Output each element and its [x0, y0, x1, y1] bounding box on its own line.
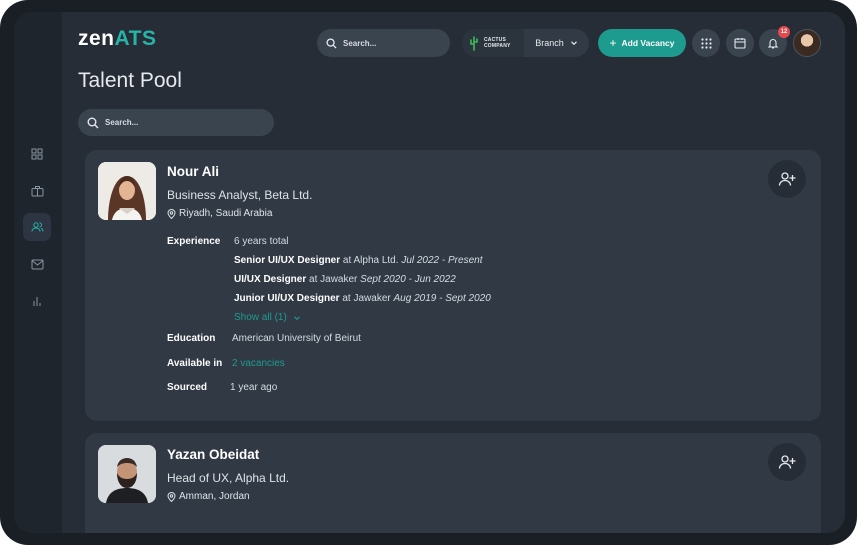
sidebar-item-reports[interactable]: [23, 287, 51, 315]
chevron-down-icon: [570, 41, 577, 46]
logo-accent-text: ATS: [114, 27, 157, 50]
sidebar-item-messages[interactable]: [23, 250, 51, 278]
company-name-line2: COMPANY: [484, 43, 511, 49]
candidate-photo: [98, 445, 156, 503]
page-title: Talent Pool: [78, 69, 182, 92]
company-name: CACTUS COMPANY: [484, 37, 511, 49]
location-pin-icon: [167, 208, 176, 219]
company-brand: CACTUS COMPANY: [462, 29, 524, 57]
users-icon: [31, 222, 43, 232]
add-vacancy-button[interactable]: + Add Vacancy: [598, 29, 686, 57]
experience-dates: Aug 2019 - Sept 2020: [393, 293, 491, 304]
location-text: Riyadh, Saudi Arabia: [179, 208, 273, 219]
apps-button[interactable]: [692, 29, 720, 57]
vacancies-link[interactable]: 2 vacancies: [232, 358, 285, 369]
zenats-logo[interactable]: zenATS: [78, 27, 156, 51]
experience-label: Experience: [167, 236, 221, 247]
plus-icon: +: [609, 36, 617, 50]
bar-chart-icon: [33, 297, 41, 306]
briefcase-icon: [31, 186, 43, 197]
user-avatar[interactable]: [793, 29, 821, 57]
experience-title: Junior UI/UX Designer: [234, 293, 340, 304]
search-icon: [326, 37, 337, 49]
candidate-role: Business Analyst, Beta Ltd.: [167, 188, 313, 202]
show-all-experience-link[interactable]: Show all (1): [234, 312, 301, 323]
candidate-photo: [98, 162, 156, 220]
sidebar-item-jobs[interactable]: [23, 177, 51, 205]
branch-dropdown[interactable]: Branch: [524, 38, 589, 48]
experience-dates: Jul 2022 - Present: [401, 255, 483, 266]
calendar-button[interactable]: [726, 29, 754, 57]
main-content: zenATS Search... CACTUS COMPANY Branch +…: [62, 12, 845, 533]
search-icon: [87, 117, 99, 128]
add-to-pipeline-button[interactable]: [768, 160, 806, 198]
add-user-icon: [778, 172, 796, 186]
experience-item: Junior UI/UX Designer at Jawaker Aug 201…: [234, 293, 491, 304]
candidate-card: Nour Ali Business Analyst, Beta Ltd. Riy…: [85, 150, 821, 421]
experience-company: at Jawaker: [309, 274, 358, 285]
notifications-button[interactable]: 12: [759, 26, 790, 57]
talent-search-input[interactable]: Search...: [78, 109, 274, 136]
experience-total: 6 years total: [234, 236, 289, 247]
experience-title: Senior UI/UX Designer: [234, 255, 341, 266]
location-pin-icon: [167, 491, 176, 502]
sourced-label: Sourced: [167, 382, 208, 393]
mail-icon: [31, 259, 43, 269]
chevron-down-icon: [293, 315, 300, 320]
candidate-location: Amman, Jordan: [167, 491, 250, 502]
sidebar: [14, 12, 62, 533]
calendar-icon: [734, 38, 746, 49]
candidate-card: Yazan Obeidat Head of UX, Alpha Ltd. Amm…: [85, 433, 821, 533]
apps-grid-icon: [700, 37, 712, 49]
device-frame: zenATS Search... CACTUS COMPANY Branch +…: [0, 0, 857, 545]
experience-dates: Sept 2020 - Jun 2022: [360, 274, 456, 285]
global-search-input[interactable]: Search...: [317, 29, 450, 57]
add-to-pipeline-button[interactable]: [768, 443, 806, 481]
app-screen: zenATS Search... CACTUS COMPANY Branch +…: [14, 12, 845, 533]
candidate-name[interactable]: Yazan Obeidat: [167, 447, 259, 462]
search-placeholder: Search...: [343, 38, 377, 48]
education-label: Education: [167, 333, 216, 344]
dashboard-icon: [31, 148, 43, 160]
experience-item: Senior UI/UX Designer at Alpha Ltd. Jul …: [234, 255, 482, 266]
show-all-label: Show all (1): [234, 312, 287, 323]
branch-label: Branch: [535, 38, 564, 48]
experience-title: UI/UX Designer: [234, 274, 307, 285]
education-value: American University of Beirut: [232, 333, 361, 344]
add-vacancy-label: Add Vacancy: [621, 38, 675, 48]
add-user-icon: [778, 455, 796, 469]
experience-company: at Jawaker: [342, 293, 391, 304]
sidebar-item-dashboard[interactable]: [23, 140, 51, 168]
experience-company: at Alpha Ltd.: [342, 255, 399, 266]
bell-icon: [767, 39, 779, 49]
company-branch-selector[interactable]: CACTUS COMPANY Branch: [462, 29, 589, 57]
candidate-name[interactable]: Nour Ali: [167, 164, 219, 179]
candidate-role: Head of UX, Alpha Ltd.: [167, 471, 290, 485]
search-placeholder: Search...: [105, 118, 139, 127]
sourced-value: 1 year ago: [230, 382, 278, 393]
available-label: Available in: [167, 358, 223, 369]
cactus-logo-icon: [470, 36, 478, 51]
candidate-location: Riyadh, Saudi Arabia: [167, 208, 272, 219]
logo-text: zen: [78, 27, 115, 50]
notification-badge: 12: [778, 26, 790, 38]
sidebar-item-talent-pool[interactable]: [23, 213, 51, 241]
location-text: Amman, Jordan: [179, 491, 250, 502]
experience-item: UI/UX Designer at Jawaker Sept 2020 - Ju…: [234, 274, 456, 285]
